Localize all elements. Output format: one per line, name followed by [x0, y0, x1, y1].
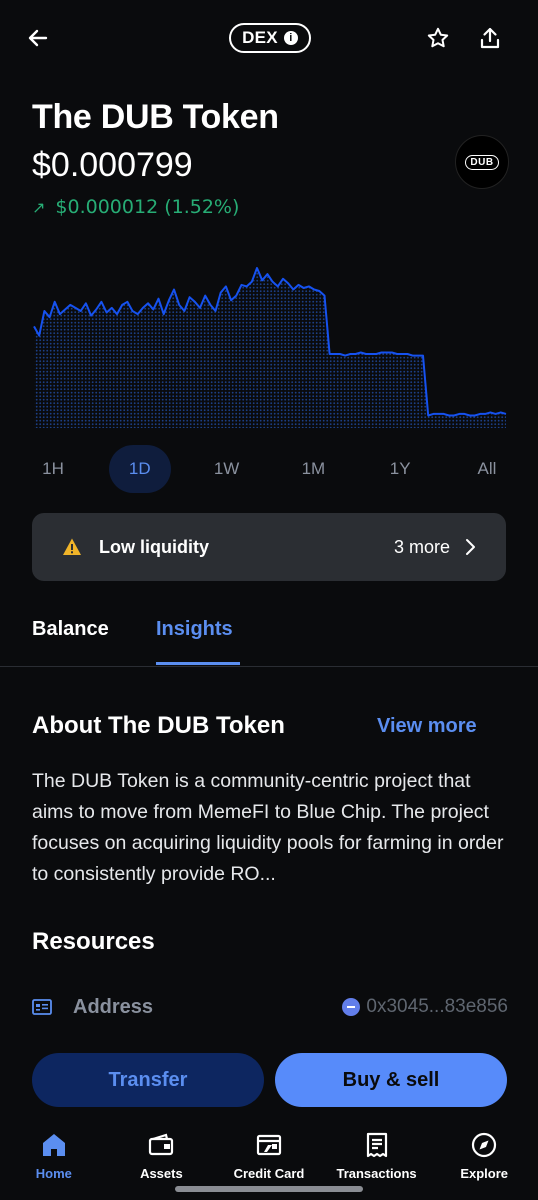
chart-area-fill — [34, 268, 506, 428]
address-label: Address — [73, 995, 154, 1018]
home-indicator[interactable] — [175, 1186, 363, 1192]
token-logo: DUB — [455, 135, 509, 189]
dex-label: DEX — [242, 28, 278, 47]
token-logo-text: DUB — [465, 154, 499, 170]
warning-icon — [63, 538, 81, 555]
star-icon — [427, 27, 449, 48]
chevron-right-icon — [466, 539, 475, 555]
token-name: The DUB Token — [32, 98, 279, 136]
wallet-icon — [149, 1133, 174, 1156]
nav-transactions-label: Transactions — [336, 1166, 417, 1181]
arrow-up-right-icon: ↗ — [32, 197, 46, 217]
info-icon: i — [283, 31, 298, 45]
tab-bar: Balance Insights — [0, 600, 538, 667]
resources-title: Resources — [32, 928, 155, 955]
range-1m[interactable]: 1M — [282, 445, 344, 493]
time-range-selector: 1H 1D 1W 1M 1Y All — [22, 445, 518, 493]
transfer-button[interactable]: Transfer — [32, 1053, 264, 1107]
view-more-link[interactable]: View more — [377, 715, 477, 738]
about-description: The DUB Token is a community-centric pro… — [32, 770, 504, 885]
active-tab-indicator — [156, 662, 240, 665]
ethereum-icon — [342, 998, 361, 1016]
card-icon — [256, 1134, 282, 1156]
buy-sell-button[interactable]: Buy & sell — [275, 1053, 507, 1107]
alert-more: 3 more — [393, 536, 450, 557]
range-1d[interactable]: 1D — [108, 445, 171, 493]
arrow-left-icon — [28, 29, 48, 47]
address-value: 0x3045...83e856 — [342, 996, 508, 1018]
id-card-icon — [32, 999, 52, 1015]
dex-badge[interactable]: DEX i — [229, 23, 311, 53]
tab-balance[interactable]: Balance — [32, 618, 109, 641]
liquidity-alert[interactable]: Low liquidity 3 more — [32, 513, 506, 581]
home-icon — [42, 1134, 65, 1156]
about-title: About The DUB Token — [32, 712, 285, 739]
range-1h[interactable]: 1H — [22, 445, 84, 493]
tab-insights[interactable]: Insights — [156, 618, 233, 641]
nav-assets-label: Assets — [140, 1166, 183, 1181]
share-icon — [480, 27, 500, 49]
address-text: 0x3045...83e856 — [366, 996, 508, 1017]
range-1w[interactable]: 1W — [196, 445, 258, 493]
alert-label: Low liquidity — [99, 536, 209, 557]
nav-credit-card-label: Credit Card — [233, 1166, 305, 1181]
nav-explore[interactable]: Explore — [430, 1118, 538, 1200]
range-all[interactable]: All — [456, 445, 518, 493]
price-chart[interactable] — [32, 262, 508, 432]
price-change: ↗ $0.000012 (1.52%) — [32, 196, 239, 218]
favorite-button[interactable] — [416, 16, 460, 60]
back-button[interactable] — [16, 16, 60, 60]
compass-icon — [472, 1132, 497, 1158]
nav-explore-label: Explore — [460, 1166, 509, 1181]
receipt-icon — [366, 1132, 387, 1158]
range-1y[interactable]: 1Y — [369, 445, 431, 493]
nav-home-label: Home — [35, 1166, 72, 1181]
share-button[interactable] — [468, 16, 512, 60]
price-change-value: $0.000012 (1.52%) — [55, 196, 240, 218]
token-price: $0.000799 — [32, 146, 193, 184]
nav-home[interactable]: Home — [0, 1118, 108, 1200]
address-row[interactable]: Address 0x3045...83e856 — [32, 990, 508, 1024]
